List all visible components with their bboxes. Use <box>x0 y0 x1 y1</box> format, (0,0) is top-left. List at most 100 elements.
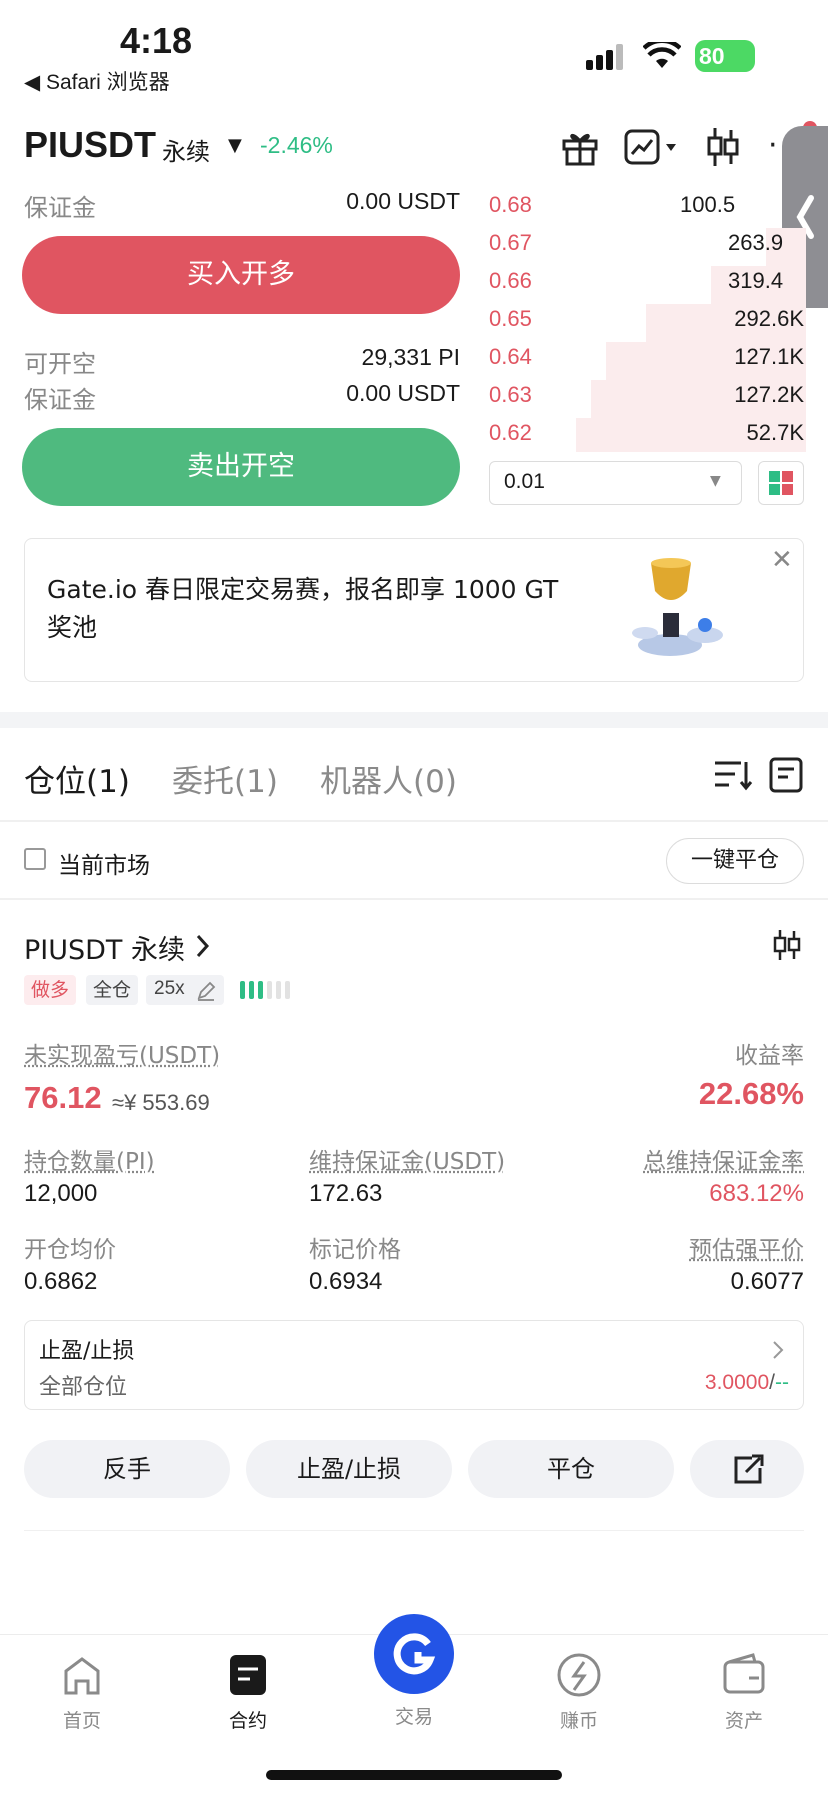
promo-banner-text: Gate.io 春日限定交易赛，报名即享 1000 GT 奖池 <box>47 575 559 642</box>
close-position-button[interactable]: 平仓 <box>468 1440 674 1498</box>
trade-center-button[interactable] <box>374 1614 454 1694</box>
position-size-value: 12,000 <box>24 1180 98 1207</box>
sell-short-button[interactable]: 卖出开空 <box>22 428 460 506</box>
ob-price[interactable]: 0.62 <box>489 420 532 446</box>
position-size-label[interactable]: 持仓数量(PI) <box>24 1142 155 1176</box>
tab-positions[interactable]: 仓位(1) <box>24 756 130 801</box>
ob-price[interactable]: 0.66 <box>489 268 532 294</box>
futures-icon <box>230 1655 266 1695</box>
history-icon[interactable] <box>768 756 804 794</box>
long-margin-label: 保证金 <box>24 194 96 222</box>
chevron-right-icon[interactable] <box>194 932 212 960</box>
maintenance-margin-label[interactable]: 维持保证金(USDT) <box>309 1142 505 1176</box>
wallet-icon <box>723 1653 765 1694</box>
mark-price-label: 标记价格 <box>309 1237 401 1263</box>
short-available-label: 可开空 <box>24 350 96 378</box>
side-tag: 做多 <box>24 975 77 1005</box>
book-layout-icon <box>769 471 793 495</box>
mm-ratio-value: 683.12% <box>709 1180 804 1207</box>
ob-qty: 319.4 <box>728 268 784 293</box>
ob-qty: 100.5 <box>680 192 736 217</box>
unrealized-pnl-cny: ≈¥ 553.69 <box>112 1090 210 1115</box>
nav-assets[interactable]: 资产 <box>684 1650 804 1733</box>
nav-earn-label: 赚币 <box>559 1710 598 1732</box>
tpsl-button[interactable]: 止盈/止损 <box>246 1440 452 1498</box>
ob-qty: 127.1K <box>734 344 804 369</box>
margin-mode-tag: 全仓 <box>86 975 139 1005</box>
tpsl-title: 止盈/止损 <box>39 1339 135 1364</box>
share-button[interactable] <box>690 1440 804 1498</box>
ob-price[interactable]: 0.68 <box>489 192 532 218</box>
nav-trade-label[interactable]: 交易 <box>354 1702 474 1729</box>
symbol-title[interactable]: PIUSDT <box>24 124 156 166</box>
close-icon[interactable]: ✕ <box>771 545 793 575</box>
ob-price[interactable]: 0.65 <box>489 306 532 332</box>
leverage-value: 25x <box>154 978 185 999</box>
home-indicator <box>266 1770 562 1780</box>
divider <box>0 820 828 822</box>
book-layout-button[interactable] <box>758 461 804 505</box>
section-divider <box>0 712 828 728</box>
leverage-tag[interactable]: 25x <box>146 975 224 1005</box>
edit-icon <box>197 981 216 1001</box>
nav-futures-label: 合约 <box>228 1710 267 1732</box>
share-icon <box>734 1454 764 1484</box>
position-title[interactable]: PIUSDT 永续 <box>24 928 185 967</box>
tab-bots[interactable]: 机器人(0) <box>320 756 457 801</box>
chart-type-icon[interactable] <box>624 128 682 166</box>
trophy-icon <box>632 558 723 656</box>
sort-icon[interactable] <box>713 756 753 792</box>
more-icon[interactable]: · <box>768 128 778 163</box>
nav-home[interactable]: 首页 <box>22 1650 142 1733</box>
short-margin-value: 0.00 USDT <box>346 380 460 406</box>
short-available-value: 29,331 PI <box>361 344 460 370</box>
gift-icon[interactable] <box>561 128 599 166</box>
wifi-icon <box>643 42 681 68</box>
trade-icon <box>393 1633 436 1675</box>
depth-select[interactable]: 0.01 ▼ <box>489 461 742 505</box>
short-margin-label: 保证金 <box>24 386 96 414</box>
unrealized-pnl-label[interactable]: 未实现盈亏(USDT) <box>24 1036 220 1070</box>
mark-price-value: 0.6934 <box>309 1268 383 1295</box>
buy-long-button[interactable]: 买入开多 <box>22 236 460 314</box>
current-market-checkbox[interactable] <box>24 848 46 870</box>
entry-price-label: 开仓均价 <box>24 1237 116 1263</box>
ob-price[interactable]: 0.63 <box>489 382 532 408</box>
promo-banner[interactable]: Gate.io 春日限定交易赛，报名即享 1000 GT 奖池 ✕ <box>24 538 804 682</box>
ob-qty: 292.6K <box>734 306 804 331</box>
current-market-label[interactable]: 当前市场 <box>58 846 150 880</box>
risk-level-indicator <box>240 981 290 999</box>
nav-earn[interactable]: 赚币 <box>519 1650 639 1733</box>
back-to-safari[interactable]: ◀ Safari 浏览器 <box>24 66 170 96</box>
chevron-down-icon: ▼ <box>710 473 721 489</box>
candlestick-icon[interactable] <box>772 928 802 962</box>
unrealized-pnl-value: 76.12 <box>24 1080 102 1115</box>
mm-ratio-label[interactable]: 总维持保证金率 <box>643 1142 804 1176</box>
reverse-button[interactable]: 反手 <box>24 1440 230 1498</box>
divider <box>0 898 828 900</box>
dropdown-triangle-icon[interactable]: ▼ <box>228 135 242 156</box>
contract-type[interactable]: 永续 <box>162 132 210 167</box>
depth-select-value: 0.01 <box>504 470 545 493</box>
candlestick-icon[interactable] <box>706 126 740 168</box>
take-profit-value: 3.0000 <box>704 1371 770 1394</box>
liq-price-label[interactable]: 预估强平价 <box>689 1230 804 1264</box>
stop-loss-value: -- <box>775 1371 789 1394</box>
ob-qty: 52.7K <box>746 420 805 445</box>
ob-price[interactable]: 0.67 <box>489 230 532 256</box>
ob-price[interactable]: 0.64 <box>489 344 532 370</box>
tpsl-scope: 全部仓位 <box>39 1375 128 1400</box>
nav-home-label: 首页 <box>62 1710 101 1732</box>
long-margin-value: 0.00 USDT <box>346 188 460 214</box>
liq-price-value: 0.6077 <box>730 1268 804 1295</box>
roi-label: 收益率 <box>735 1043 804 1069</box>
close-all-button[interactable]: 一键平仓 <box>666 838 804 884</box>
cellular-signal-icon <box>586 44 623 70</box>
divider <box>24 1530 804 1531</box>
tab-orders[interactable]: 委托(1) <box>172 756 278 801</box>
maintenance-margin-value: 172.63 <box>309 1180 383 1207</box>
nav-futures[interactable]: 合约 <box>188 1650 308 1733</box>
chevron-right-icon <box>773 1341 784 1359</box>
nav-assets-label: 资产 <box>724 1710 763 1732</box>
tpsl-card[interactable]: 止盈/止损 全部仓位 3.0000/-- <box>24 1320 804 1410</box>
